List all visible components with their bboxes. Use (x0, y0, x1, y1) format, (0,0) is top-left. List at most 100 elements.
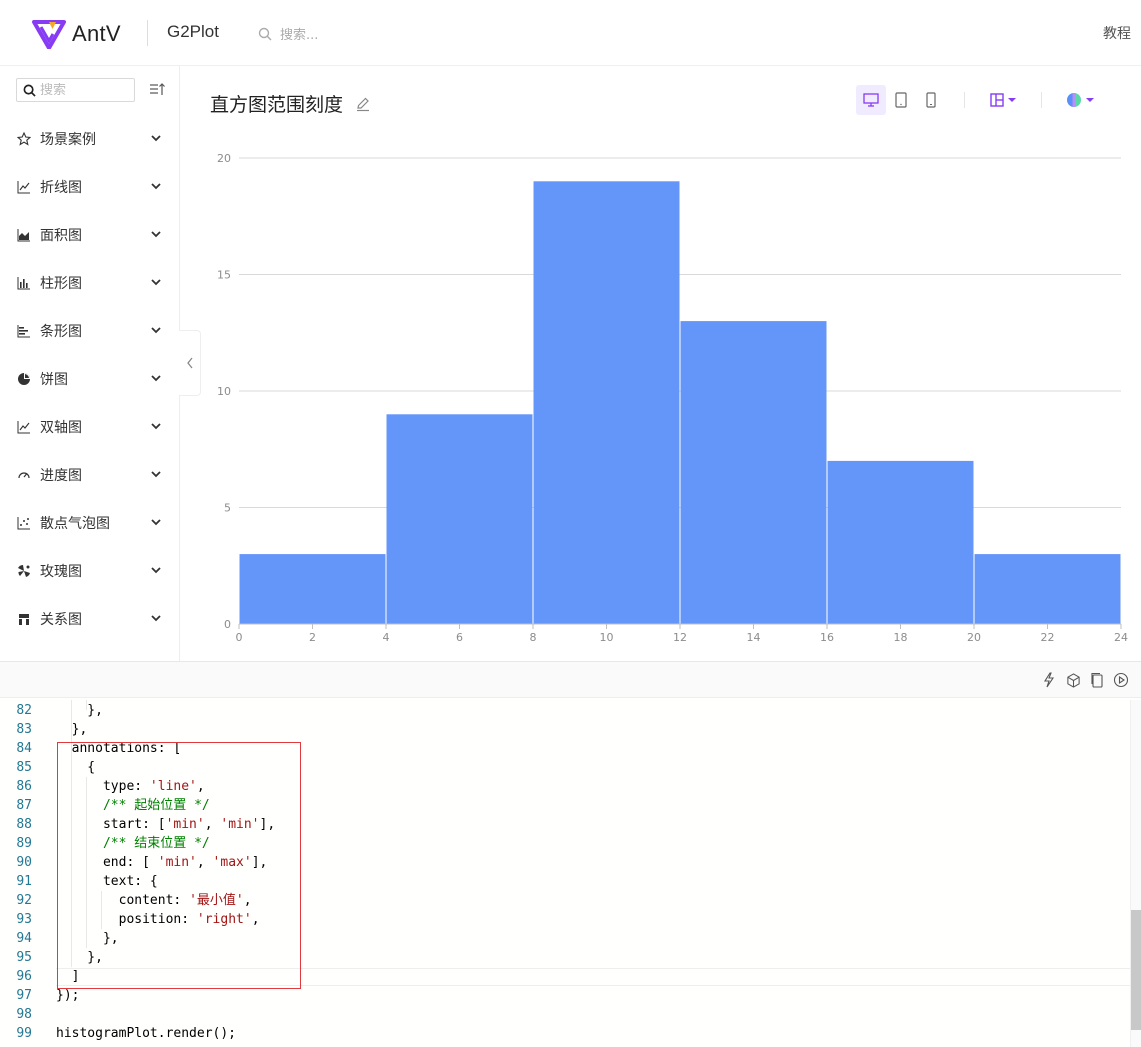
sidebar-item-label: 折线图 (40, 180, 82, 196)
chevron-down-icon (151, 567, 161, 574)
scatter-icon (17, 516, 31, 530)
x-tick-label: 4 (383, 631, 390, 644)
sidebar-item-label: 关系图 (40, 612, 82, 628)
line-number: 88 (16, 817, 32, 832)
chevron-down-icon (151, 519, 161, 526)
code-line: 82 }, (0, 701, 1130, 720)
mobile-view-button[interactable] (916, 85, 946, 115)
chevron-down-icon (151, 471, 161, 478)
chevron-down-icon (151, 183, 161, 190)
line-number: 85 (16, 760, 32, 775)
desktop-view-button[interactable] (856, 85, 886, 115)
area-chart-icon (17, 228, 31, 242)
sidebar-item-progress[interactable]: 进度图 (0, 451, 179, 499)
sidebar-item-scenario[interactable]: 场景案例 (0, 115, 179, 163)
dual-axes-icon (17, 420, 31, 434)
chevron-down-icon (151, 423, 161, 430)
column-chart-icon (17, 276, 31, 290)
sidebar-item-column[interactable]: 柱形图 (0, 259, 179, 307)
sort-icon[interactable] (149, 82, 165, 98)
x-tick-label: 6 (456, 631, 463, 644)
relation-chart-icon (17, 612, 31, 626)
histogram-bar (386, 414, 533, 624)
tablet-view-button[interactable] (886, 85, 916, 115)
sidebar-item-rose[interactable]: 玫瑰图 (0, 547, 179, 595)
indent-guide (86, 700, 87, 710)
code-line: 98 (0, 1005, 1130, 1024)
sidebar-search[interactable] (16, 78, 135, 102)
code-line: 99 histogramPlot.render(); (0, 1024, 1130, 1043)
sidebar: 场景案例 折线图 面积图 柱形图 (0, 66, 180, 662)
header-search[interactable]: 搜索... (258, 24, 318, 43)
code-actions (1041, 672, 1129, 688)
header-search-placeholder: 搜索... (280, 28, 319, 43)
line-number: 87 (16, 798, 32, 813)
chevron-down-icon (151, 615, 161, 622)
code-toolbar (0, 661, 1141, 698)
antv-logo[interactable]: AntV (32, 19, 121, 49)
sidebar-item-line[interactable]: 折线图 (0, 163, 179, 211)
lightning-icon[interactable] (1041, 672, 1057, 688)
toolbar-divider (1041, 92, 1042, 108)
caret-down-icon (1085, 98, 1094, 102)
x-tick-label: 14 (747, 631, 761, 644)
histogram-bar (680, 321, 827, 624)
line-number: 82 (16, 703, 32, 718)
code-text: }, (56, 701, 103, 720)
line-number: 86 (16, 779, 32, 794)
sidebar-item-label: 面积图 (40, 228, 82, 244)
x-tick-label: 16 (820, 631, 834, 644)
code-line: 83 }, (0, 720, 1130, 739)
code-token: }); (56, 988, 80, 1003)
search-icon (23, 84, 36, 97)
chevron-down-icon (151, 135, 161, 142)
chevron-down-icon (151, 327, 161, 334)
product-name[interactable]: G2Plot (167, 22, 219, 42)
tutorial-link[interactable]: 教程 (1103, 23, 1131, 43)
histogram-bar (827, 460, 974, 624)
chevron-down-icon (151, 375, 161, 382)
line-number: 91 (16, 874, 32, 889)
line-number: 98 (16, 1007, 32, 1022)
header-divider (147, 20, 148, 46)
sidebar-item-label: 散点气泡图 (40, 516, 110, 532)
sidebar-item-pie[interactable]: 饼图 (0, 355, 179, 403)
sidebar-item-dual-axes[interactable]: 双轴图 (0, 403, 179, 451)
x-tick-label: 22 (1041, 631, 1055, 644)
line-number: 99 (16, 1026, 32, 1041)
code-text: histogramPlot.render(); (56, 1024, 236, 1043)
pie-chart-icon (17, 372, 31, 386)
line-number: 90 (16, 855, 32, 870)
star-icon (17, 132, 31, 146)
line-number: 95 (16, 950, 32, 965)
sidebar-collapse-button[interactable] (179, 330, 201, 396)
copy-icon[interactable] (1089, 672, 1105, 688)
gauge-icon (17, 468, 31, 482)
sidebar-item-label: 双轴图 (40, 420, 82, 436)
chevron-left-icon (186, 357, 193, 369)
sidebar-item-label: 条形图 (40, 324, 82, 340)
code-scroll-thumb[interactable] (1131, 910, 1141, 1030)
brand-name: AntV (72, 21, 121, 46)
desktop-icon (863, 93, 879, 107)
layout-dropdown[interactable] (983, 85, 1023, 115)
sidebar-item-relation[interactable]: 关系图 (0, 595, 179, 643)
play-icon[interactable] (1113, 672, 1129, 688)
toolbar-divider (964, 92, 965, 108)
preview-toolbar (856, 85, 1100, 115)
sidebar-search-input[interactable] (40, 82, 124, 98)
codesandbox-icon[interactable] (1065, 672, 1081, 688)
sidebar-item-scatter[interactable]: 散点气泡图 (0, 499, 179, 547)
line-number: 97 (16, 988, 32, 1003)
code-token: }, (56, 703, 103, 718)
sidebar-item-area[interactable]: 面积图 (0, 211, 179, 259)
code-token: histogramPlot.render(); (56, 1026, 237, 1041)
search-icon (258, 27, 272, 40)
histogram-chart: 051015200 2 4 6 8 10 12 14 16 18 20 22 24 (217, 152, 1128, 644)
line-number: 84 (16, 741, 32, 756)
edit-icon[interactable] (355, 96, 371, 112)
theme-icon (1066, 93, 1081, 107)
theme-dropdown[interactable] (1060, 85, 1100, 115)
histogram-bar (239, 554, 386, 624)
sidebar-item-bar[interactable]: 条形图 (0, 307, 179, 355)
